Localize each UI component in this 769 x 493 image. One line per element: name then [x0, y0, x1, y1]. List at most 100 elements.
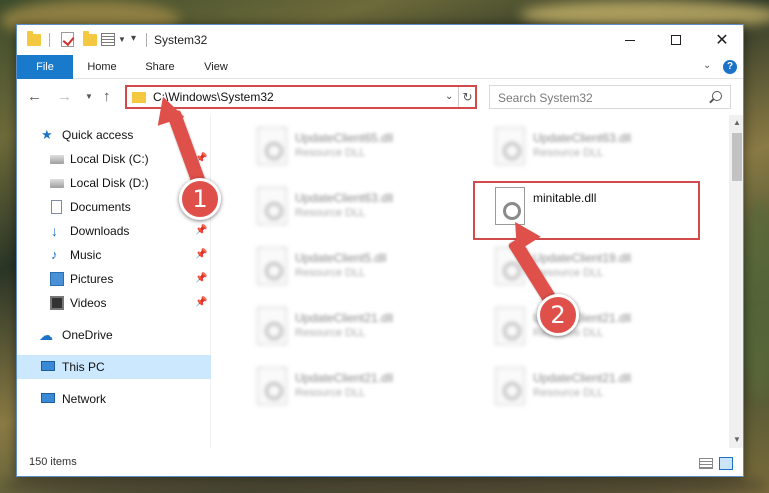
tab-share[interactable]: Share: [135, 55, 185, 79]
toolbar-separator: [49, 33, 50, 47]
properties-icon[interactable]: [101, 33, 115, 46]
address-history-icon[interactable]: ⌄: [445, 91, 453, 102]
dll-file-icon: [495, 307, 525, 345]
explorer-window: ▼ ▾ System32 ✕ File Home Share View ⌄ ? …: [16, 24, 744, 477]
file-name: UpdateClient19.dll: [533, 251, 632, 265]
downloads-icon: ↓: [51, 223, 58, 239]
file-item[interactable]: UpdateClient21.dll Resource DLL: [487, 303, 707, 353]
file-type: Resource DLL: [295, 327, 366, 339]
sidebar-item-downloads[interactable]: ↓ Downloads 📌: [17, 219, 211, 243]
sidebar-item-label: Quick access: [62, 128, 134, 142]
sidebar-item-label: Documents: [70, 200, 131, 214]
folder-icon: [132, 92, 146, 103]
file-item[interactable]: UpdateClient63.dll Resource DLL: [249, 183, 469, 233]
tab-view[interactable]: View: [195, 55, 237, 79]
sidebar-item-this-pc[interactable]: This PC: [17, 355, 211, 379]
title-bar: ▼ ▾ System32 ✕: [17, 25, 743, 55]
vertical-scrollbar[interactable]: ▲ ▼: [729, 115, 743, 448]
dll-file-icon: [257, 247, 287, 285]
drive-icon: [50, 179, 64, 188]
sidebar-item-label: Music: [70, 248, 102, 262]
music-icon: ♪: [51, 247, 58, 262]
tab-file[interactable]: File: [17, 55, 73, 79]
refresh-icon[interactable]: ↻: [458, 87, 476, 107]
file-name: UpdateClient21.dll: [295, 371, 394, 385]
tab-home[interactable]: Home: [79, 55, 125, 79]
file-item[interactable]: UpdateClient21.dll Resource DLL: [249, 303, 469, 353]
sidebar-item-network[interactable]: Network: [17, 387, 211, 411]
large-icons-view-icon[interactable]: [719, 457, 733, 470]
status-bar: 150 items: [17, 448, 743, 476]
new-folder-icon[interactable]: [83, 31, 97, 46]
file-name: UpdateClient5.dll: [295, 251, 387, 265]
pin-icon[interactable]: 📌: [195, 225, 207, 236]
sidebar-item-music[interactable]: ♪ Music 📌: [17, 243, 211, 267]
up-arrow-icon[interactable]: ↑: [103, 88, 111, 105]
dll-file-icon: [495, 367, 525, 405]
sidebar-item-label: Local Disk (C:): [70, 152, 149, 166]
documents-icon: [51, 200, 62, 214]
star-icon: ★: [41, 127, 53, 142]
file-type: Resource DLL: [295, 387, 366, 399]
sidebar-item-label: OneDrive: [62, 328, 113, 342]
scroll-up-icon[interactable]: ▲: [733, 118, 741, 127]
pictures-icon: [50, 272, 64, 286]
customize-quick-access-icon[interactable]: ▾: [131, 33, 136, 44]
file-item[interactable]: UpdateClient21.dll Resource DLL: [249, 363, 469, 413]
search-input[interactable]: Search System32: [489, 85, 731, 109]
details-view-icon[interactable]: [699, 458, 713, 469]
navigation-pane: ★ Quick access Local Disk (C:) 📌 Local D…: [17, 115, 211, 448]
search-icon[interactable]: [712, 91, 722, 101]
expand-ribbon-icon[interactable]: ⌄: [703, 60, 711, 71]
ribbon-tabs: File Home Share View ⌄ ?: [17, 55, 743, 79]
properties-check-icon[interactable]: [61, 32, 74, 47]
toolbar-separator: [146, 33, 147, 47]
close-button[interactable]: ✕: [699, 25, 743, 55]
item-count: 150 items: [29, 456, 77, 468]
onedrive-icon: ☁: [39, 327, 53, 343]
scrollbar-thumb[interactable]: [732, 133, 742, 181]
maximize-icon: [671, 35, 681, 45]
sidebar-item-label: Downloads: [70, 224, 130, 238]
dll-file-icon: [495, 127, 525, 165]
recent-locations-icon[interactable]: ▼: [85, 92, 93, 101]
dll-file-icon: [257, 367, 287, 405]
help-icon[interactable]: ?: [723, 60, 737, 74]
file-name: UpdateClient65.dll: [295, 131, 394, 145]
file-item[interactable]: UpdateClient63.dll Resource DLL: [487, 123, 707, 173]
minimize-button[interactable]: [607, 25, 653, 55]
folder-icon: [27, 31, 41, 46]
pin-icon[interactable]: 📌: [195, 297, 207, 308]
sidebar-item-label: Pictures: [70, 272, 114, 286]
sidebar-item-pictures[interactable]: Pictures 📌: [17, 267, 211, 291]
sidebar-item-label: Network: [62, 392, 107, 406]
pin-icon[interactable]: 📌: [195, 273, 207, 284]
network-icon: [41, 393, 55, 403]
maximize-button[interactable]: [653, 25, 699, 55]
pin-icon[interactable]: 📌: [195, 249, 207, 260]
minimize-icon: [625, 39, 635, 41]
sidebar-item-onedrive[interactable]: ☁ OneDrive: [17, 323, 211, 347]
file-item[interactable]: UpdateClient65.dll Resource DLL: [249, 123, 469, 173]
back-arrow-icon[interactable]: ←: [27, 88, 42, 105]
sidebar-item-videos[interactable]: Videos 📌: [17, 291, 211, 315]
file-name: UpdateClient63.dll: [533, 131, 632, 145]
file-item[interactable]: UpdateClient21.dll Resource DLL: [487, 363, 707, 413]
file-type: Resource DLL: [533, 147, 604, 159]
file-name: UpdateClient21.dll: [533, 371, 632, 385]
sidebar-item-label: This PC: [62, 360, 105, 374]
scroll-down-icon[interactable]: ▼: [733, 435, 741, 444]
window-title: System32: [154, 33, 208, 47]
dll-file-icon: [257, 127, 287, 165]
videos-icon: [50, 296, 64, 310]
drive-icon: [50, 155, 64, 164]
forward-arrow-icon[interactable]: →: [57, 88, 72, 105]
chevron-down-icon[interactable]: ▼: [118, 35, 126, 44]
file-name: UpdateClient21.dll: [295, 311, 394, 325]
this-pc-icon: [41, 361, 55, 371]
dll-file-icon: [257, 187, 287, 225]
file-list: UpdateClient65.dll Resource DLL UpdateCl…: [213, 115, 729, 448]
navigation-bar: ← → ▼ ↑ C:\Windows\System32 ⌄ ↻ Search S…: [17, 79, 743, 115]
file-item[interactable]: UpdateClient5.dll Resource DLL: [249, 243, 469, 293]
callout-badge-1: 1: [179, 178, 221, 220]
